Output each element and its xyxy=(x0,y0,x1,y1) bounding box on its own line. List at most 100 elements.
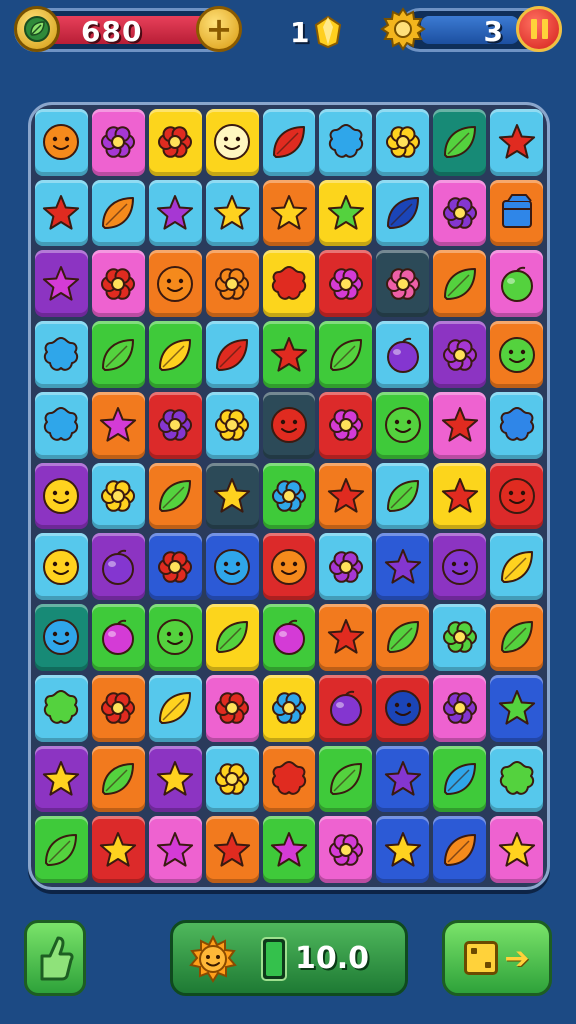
board-tile[interactable] xyxy=(262,604,316,671)
board-tile[interactable] xyxy=(35,109,88,176)
board-tile[interactable] xyxy=(148,745,202,813)
board-tile[interactable] xyxy=(91,250,145,318)
board-tile[interactable] xyxy=(205,533,259,601)
board-tile[interactable] xyxy=(148,321,202,388)
board-tile[interactable] xyxy=(319,533,373,601)
add-coins-button[interactable]: + xyxy=(196,6,242,52)
board-tile[interactable] xyxy=(262,745,316,813)
board-tile[interactable] xyxy=(433,109,487,176)
board-tile[interactable] xyxy=(35,745,88,813)
board-tile[interactable] xyxy=(319,674,373,742)
board-tile[interactable] xyxy=(35,604,88,671)
board-tile[interactable] xyxy=(319,109,373,176)
board-tile[interactable] xyxy=(148,250,202,318)
board-tile[interactable] xyxy=(262,250,316,318)
board-tile[interactable] xyxy=(262,109,316,176)
board-tile[interactable] xyxy=(262,674,316,742)
board-tile[interactable] xyxy=(35,816,88,883)
board-tile[interactable] xyxy=(319,321,373,388)
board-tile[interactable] xyxy=(433,462,487,530)
board-tile[interactable] xyxy=(433,533,487,601)
board-tile[interactable] xyxy=(148,816,202,883)
board-tile[interactable] xyxy=(205,604,259,671)
board-tile[interactable] xyxy=(35,179,88,247)
board-tile[interactable] xyxy=(148,109,202,176)
board-tile[interactable] xyxy=(433,745,487,813)
board-tile[interactable] xyxy=(205,391,259,459)
board-tile[interactable] xyxy=(205,321,259,388)
hint-button[interactable] xyxy=(24,920,86,996)
board-tile[interactable] xyxy=(35,462,88,530)
board-tile[interactable] xyxy=(433,604,487,671)
board-tile[interactable] xyxy=(433,179,487,247)
pause-button[interactable] xyxy=(516,6,562,52)
board-tile[interactable] xyxy=(490,604,543,671)
board-tile[interactable] xyxy=(91,674,145,742)
board-tile[interactable] xyxy=(376,604,430,671)
board-tile[interactable] xyxy=(205,674,259,742)
board-tile[interactable] xyxy=(376,745,430,813)
board-tile[interactable] xyxy=(262,321,316,388)
board-tile[interactable] xyxy=(91,321,145,388)
board-tile[interactable] xyxy=(490,533,543,601)
board-tile[interactable] xyxy=(262,462,316,530)
board-tile[interactable] xyxy=(35,321,88,388)
board-tile[interactable] xyxy=(433,674,487,742)
board-tile[interactable] xyxy=(376,179,430,247)
board-tile[interactable] xyxy=(148,533,202,601)
board-tile[interactable] xyxy=(376,109,430,176)
board-tile[interactable] xyxy=(490,816,543,883)
settings-button[interactable] xyxy=(380,6,426,52)
board-tile[interactable] xyxy=(319,604,373,671)
board-tile[interactable] xyxy=(376,674,430,742)
board-tile[interactable] xyxy=(490,462,543,530)
board-tile[interactable] xyxy=(262,816,316,883)
board-tile[interactable] xyxy=(91,533,145,601)
board-tile[interactable] xyxy=(205,745,259,813)
board-tile[interactable] xyxy=(148,391,202,459)
board-tile[interactable] xyxy=(433,816,487,883)
board-tile[interactable] xyxy=(35,250,88,318)
board-tile[interactable] xyxy=(490,179,543,247)
board-tile[interactable] xyxy=(91,109,145,176)
board-tile[interactable] xyxy=(148,462,202,530)
board-tile[interactable] xyxy=(205,816,259,883)
board-tile[interactable] xyxy=(490,109,543,176)
board-tile[interactable] xyxy=(319,179,373,247)
board-tile[interactable] xyxy=(148,179,202,247)
board-tile[interactable] xyxy=(35,391,88,459)
board-tile[interactable] xyxy=(376,533,430,601)
board-tile[interactable] xyxy=(376,462,430,530)
board-tile[interactable] xyxy=(262,179,316,247)
board-tile[interactable] xyxy=(490,674,543,742)
board-tile[interactable] xyxy=(319,250,373,318)
board-tile[interactable] xyxy=(205,109,259,176)
booster-panel[interactable]: 10.0 xyxy=(170,920,408,996)
board-tile[interactable] xyxy=(376,321,430,388)
board-tile[interactable] xyxy=(35,533,88,601)
board-tile[interactable] xyxy=(319,745,373,813)
board-tile[interactable] xyxy=(35,674,88,742)
board-tile[interactable] xyxy=(205,250,259,318)
board-tile[interactable] xyxy=(490,391,543,459)
next-button[interactable]: ➔ xyxy=(442,920,552,996)
board-tile[interactable] xyxy=(91,391,145,459)
board-tile[interactable] xyxy=(205,179,259,247)
board-tile[interactable] xyxy=(262,533,316,601)
board-tile[interactable] xyxy=(91,816,145,883)
board-tile[interactable] xyxy=(490,745,543,813)
board-tile[interactable] xyxy=(376,391,430,459)
board-tile[interactable] xyxy=(319,816,373,883)
board-tile[interactable] xyxy=(262,391,316,459)
board-tile[interactable] xyxy=(91,179,145,247)
board-tile[interactable] xyxy=(319,391,373,459)
board-tile[interactable] xyxy=(490,250,543,318)
board-tile[interactable] xyxy=(433,391,487,459)
board-tile[interactable] xyxy=(91,604,145,671)
board-tile[interactable] xyxy=(91,462,145,530)
board-tile[interactable] xyxy=(91,745,145,813)
board-tile[interactable] xyxy=(376,816,430,883)
board-tile[interactable] xyxy=(148,604,202,671)
board-tile[interactable] xyxy=(433,321,487,388)
board-tile[interactable] xyxy=(319,462,373,530)
